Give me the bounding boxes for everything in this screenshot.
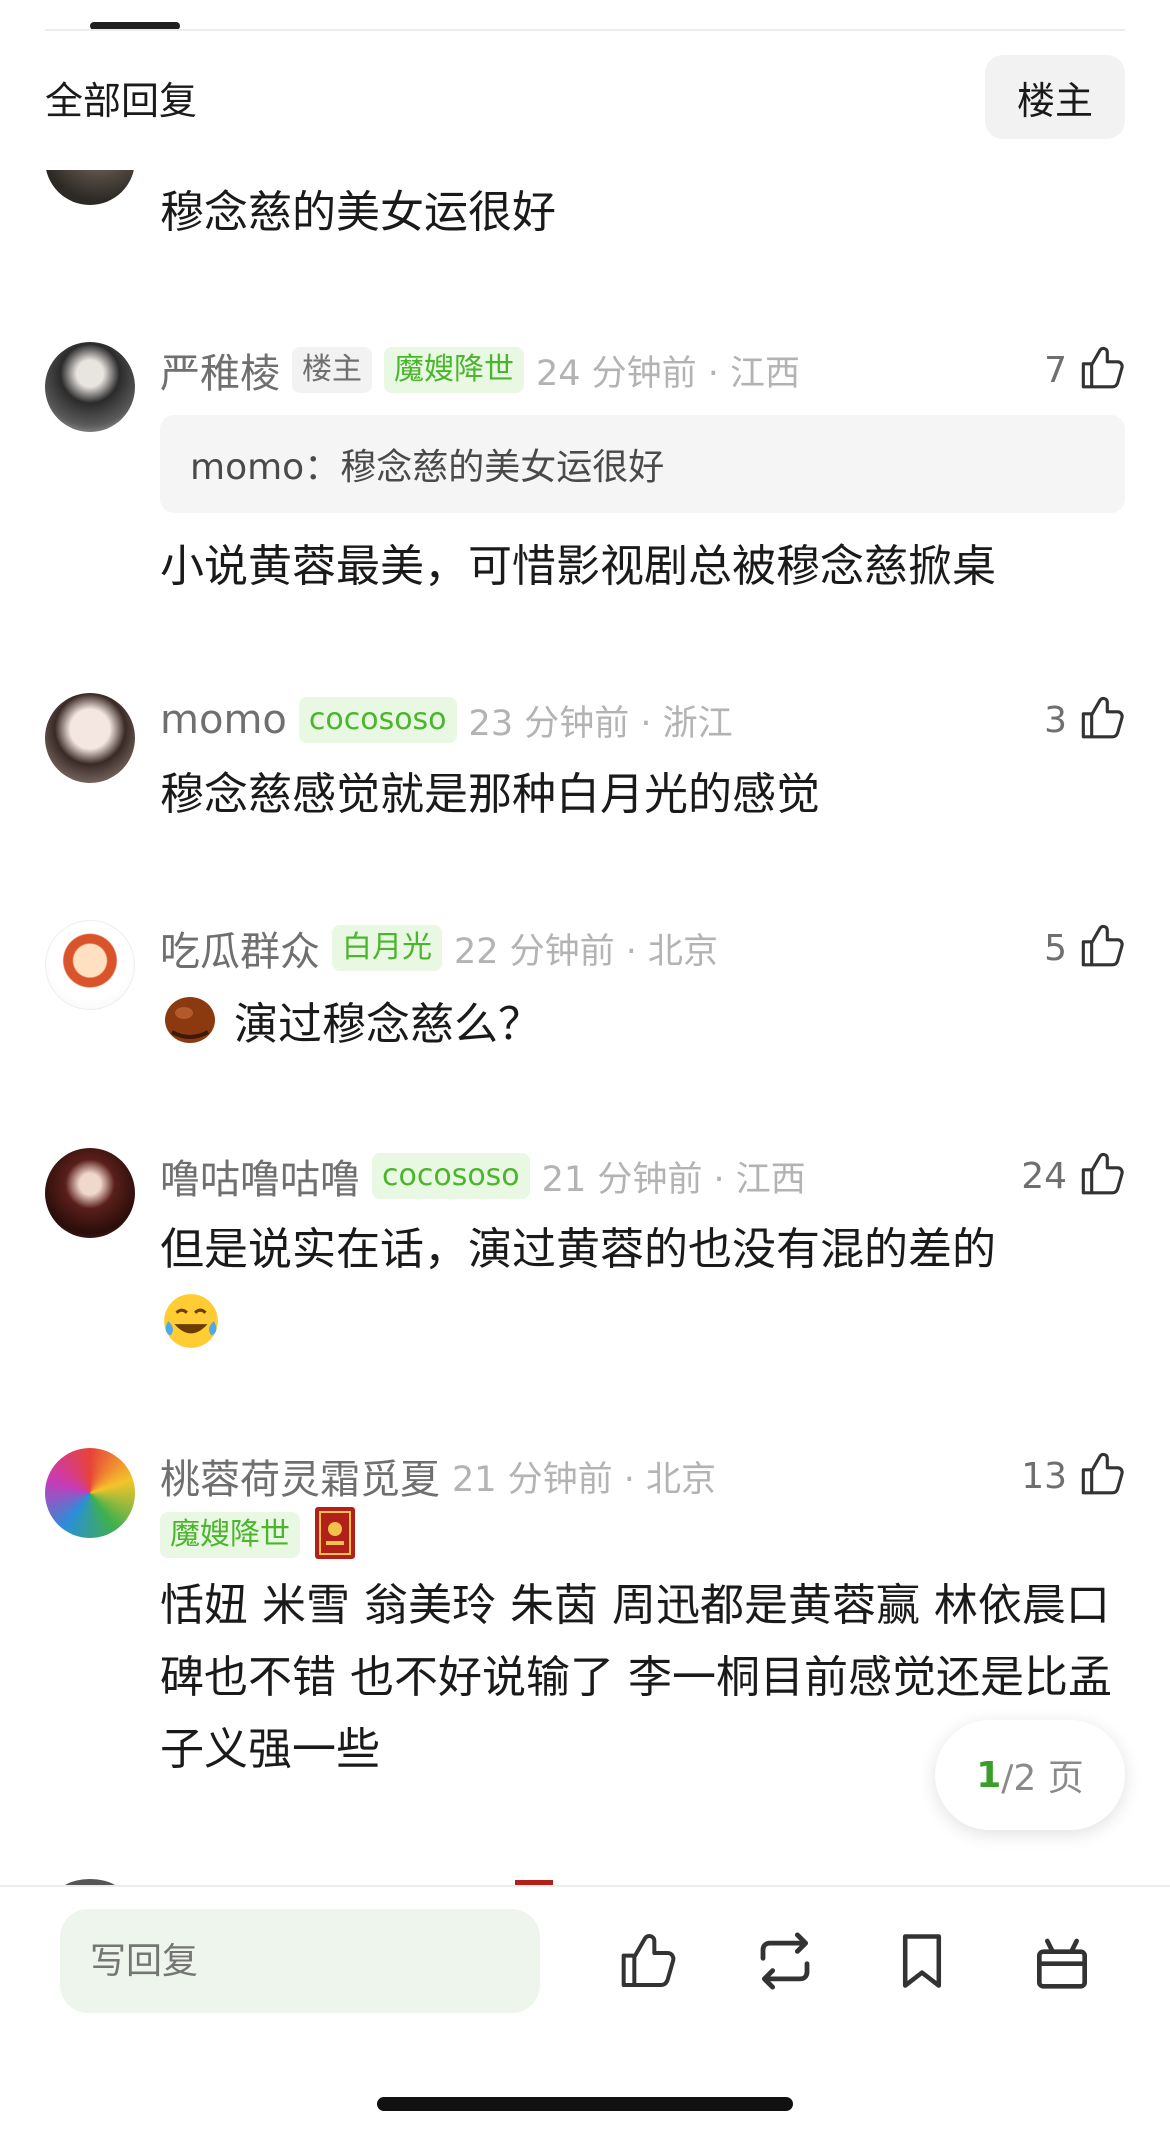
comment-text: 演过穆念慈么？ xyxy=(234,999,542,1050)
thumbs-up-icon xyxy=(1075,921,1125,975)
thumbs-up-icon xyxy=(1075,1149,1125,1203)
user-tag: cocososo xyxy=(298,697,457,743)
replies-header: 全部回复 楼主 xyxy=(0,40,1170,170)
top-divider xyxy=(45,29,1125,31)
comment-meta: 24 分钟前 · 江西 xyxy=(536,353,801,394)
chestnut-emoji xyxy=(160,987,220,1068)
avatar[interactable] xyxy=(45,342,135,432)
page-indicator[interactable]: 1/2 页 xyxy=(935,1720,1125,1830)
thumbs-up-icon xyxy=(1075,1449,1125,1503)
avatar[interactable] xyxy=(45,920,135,1010)
comment-text: 但是说实在话，演过黄蓉的也没有混的差的 xyxy=(160,1224,996,1275)
comment-meta: 21 分钟前 · 北京 xyxy=(452,1459,717,1500)
avatar[interactable] xyxy=(45,1148,135,1238)
reply-input[interactable] xyxy=(60,1909,540,2013)
comment-text: 穆念慈的美女运很好 xyxy=(160,187,556,238)
comment-header: momo cocososo 23 分钟前 · 浙江 xyxy=(160,690,1125,750)
like-button[interactable]: 13 xyxy=(1021,1446,1125,1506)
comment-text: 小说黄蓉最美，可惜影视剧总被穆念慈掀桌 xyxy=(160,541,996,592)
bottom-action-bar xyxy=(0,1885,1170,2137)
tag-row: 魔嫂降世 xyxy=(160,1505,1125,1565)
op-only-filter-button[interactable]: 楼主 xyxy=(985,55,1125,139)
comment-emoji-row xyxy=(160,1290,1125,1373)
avatar[interactable] xyxy=(45,693,135,783)
username[interactable]: 吃瓜群众 xyxy=(160,919,320,977)
user-tag: cocososo xyxy=(372,1153,530,1199)
gift-icon[interactable] xyxy=(1022,1921,1102,2001)
like-count: 13 xyxy=(1021,1455,1067,1497)
comment-meta: 22 分钟前 · 北京 xyxy=(454,931,719,972)
username[interactable]: 严稚棱 xyxy=(160,341,280,399)
quoted-reply[interactable]: momo：穆念慈的美女运很好 xyxy=(160,415,1125,513)
like-icon[interactable] xyxy=(605,1921,685,2001)
op-badge: 楼主 xyxy=(292,347,372,393)
bookmark-icon[interactable] xyxy=(882,1921,962,2001)
repost-icon[interactable] xyxy=(745,1921,825,2001)
comment-meta: 21 分钟前 · 江西 xyxy=(541,1159,806,1200)
red-book-badge-icon xyxy=(312,1505,358,1565)
page-title: 全部回复 xyxy=(45,79,198,123)
like-count: 3 xyxy=(1044,699,1067,741)
like-button[interactable]: 7 xyxy=(1044,340,1125,400)
username[interactable]: momo xyxy=(160,697,287,743)
username[interactable]: 噜咕噜咕噜 xyxy=(160,1147,360,1205)
tears-of-joy-emoji xyxy=(160,1290,222,1373)
comment-body: 演过穆念慈么？ xyxy=(160,987,1125,1068)
like-button[interactable]: 5 xyxy=(1044,918,1125,978)
thumbs-up-icon xyxy=(1075,343,1125,397)
comment-header: 严稚棱 楼主 魔嫂降世 24 分钟前 · 江西 xyxy=(160,340,1125,400)
page-total: /2 页 xyxy=(1001,1758,1084,1799)
user-tag: 魔嫂降世 xyxy=(384,347,524,393)
comment-header: 桃蓉荷灵霜觅夏 21 分钟前 · 北京 xyxy=(160,1446,1125,1506)
comment-header: 噜咕噜咕噜 cocososo 21 分钟前 · 江西 xyxy=(160,1146,1125,1206)
comment-text: 穆念慈感觉就是那种白月光的感觉 xyxy=(160,769,820,820)
like-button[interactable]: 24 xyxy=(1021,1146,1125,1206)
like-count: 24 xyxy=(1021,1155,1067,1197)
comment-meta: 23 分钟前 · 浙江 xyxy=(468,703,733,744)
current-page: 1 xyxy=(976,1754,1002,1796)
comment-header: 吃瓜群众 白月光 22 分钟前 · 北京 xyxy=(160,918,1125,978)
like-count: 5 xyxy=(1044,927,1067,969)
like-button[interactable]: 3 xyxy=(1044,690,1125,750)
like-count: 7 xyxy=(1044,349,1067,391)
username[interactable]: 桃蓉荷灵霜觅夏 xyxy=(160,1447,440,1505)
avatar[interactable] xyxy=(45,1448,135,1538)
user-tag: 白月光 xyxy=(332,925,442,971)
thumbs-up-icon xyxy=(1075,693,1125,747)
home-indicator xyxy=(377,2097,793,2111)
user-tag: 魔嫂降世 xyxy=(160,1512,300,1558)
